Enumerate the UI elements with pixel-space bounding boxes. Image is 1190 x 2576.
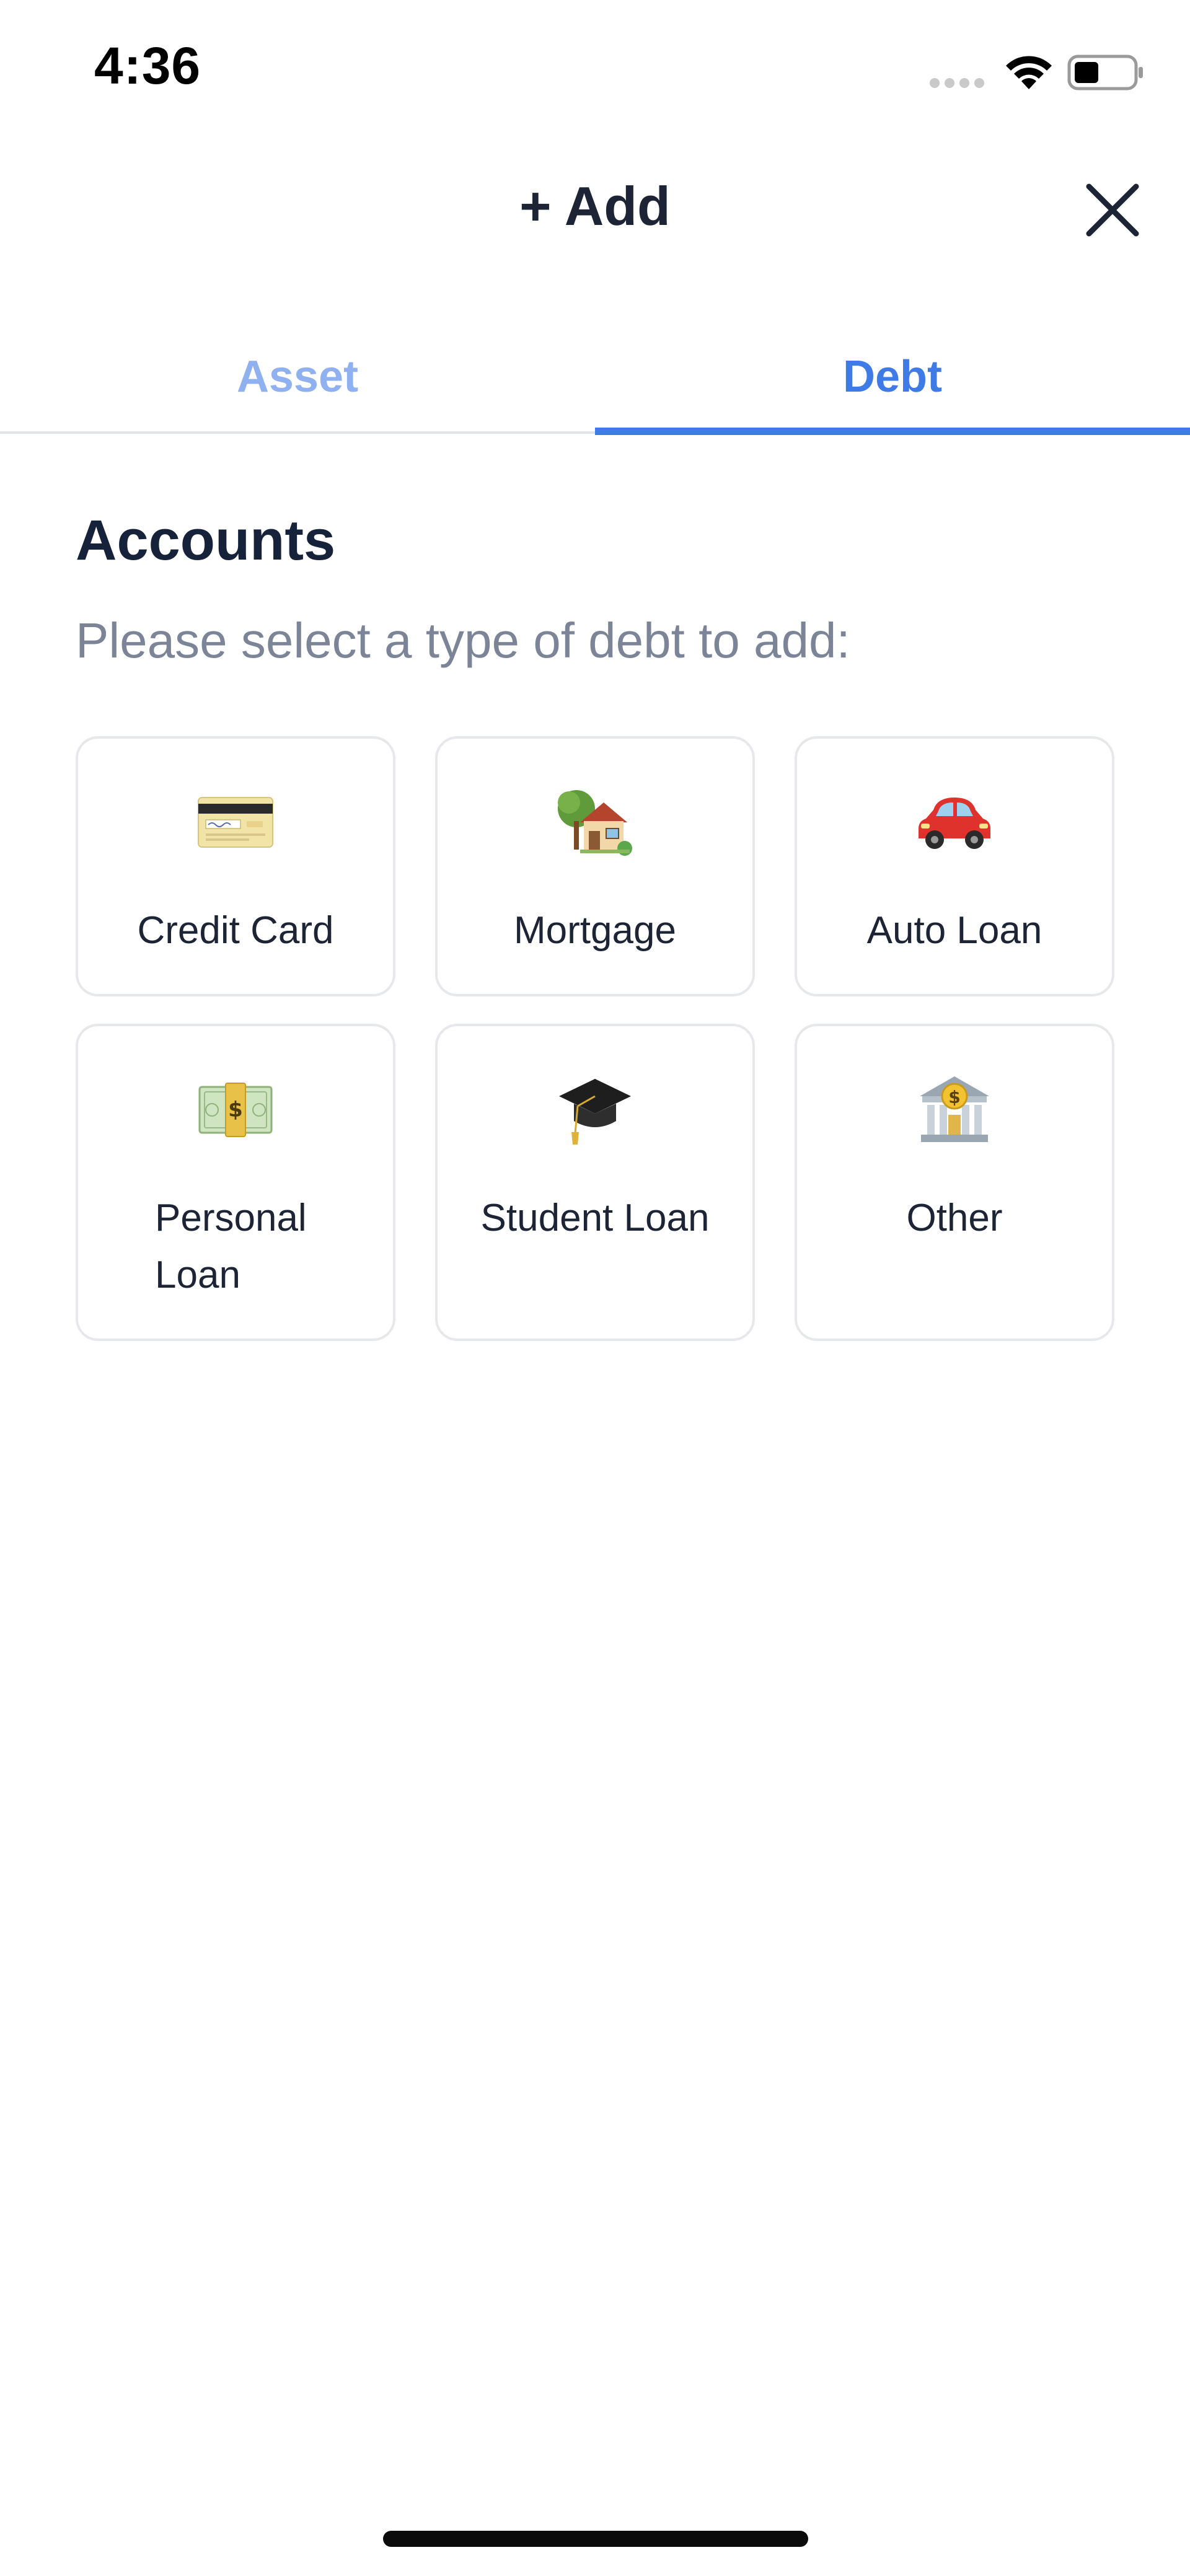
modal-title: + Add — [519, 175, 671, 237]
tab-bar: Asset Debt — [0, 322, 1190, 435]
other-label: Other — [906, 1197, 1003, 1239]
personal-loan-option[interactable]: $ Personal Loan — [76, 1024, 395, 1341]
svg-text:$: $ — [948, 1087, 960, 1107]
graduation-cap-icon — [559, 1079, 631, 1145]
close-icon — [1086, 183, 1139, 237]
mortgage-label: Mortgage — [514, 909, 676, 952]
auto-loan-label: Auto Loan — [866, 909, 1042, 952]
car-icon — [919, 798, 990, 849]
money-icon: $ — [198, 1083, 273, 1137]
house-icon — [558, 790, 632, 856]
bank-icon: $ — [920, 1076, 989, 1142]
status-bar: 4:36 — [0, 0, 1190, 143]
credit-card-option[interactable]: Credit Card — [76, 736, 395, 996]
credit-card-label: Credit Card — [137, 909, 334, 952]
section-subtitle: Please select a type of debt to add: — [76, 613, 850, 668]
home-indicator[interactable] — [383, 2531, 808, 2547]
status-time: 4:36 — [94, 37, 201, 95]
other-option[interactable]: $ Other — [795, 1024, 1114, 1341]
wifi-icon — [1006, 56, 1052, 89]
svg-text:$: $ — [228, 1097, 243, 1122]
mortgage-option[interactable]: Mortgage — [435, 736, 755, 996]
student-loan-label: Student Loan — [480, 1197, 710, 1239]
debt-type-grid: Credit Card Mortgage Auto Loan $ Persona… — [76, 736, 1114, 1341]
close-button[interactable] — [1080, 177, 1145, 243]
personal-loan-label: Personal Loan — [155, 1197, 307, 1296]
section-title: Accounts — [76, 509, 336, 572]
student-loan-option[interactable]: Student Loan — [435, 1024, 755, 1341]
auto-loan-option[interactable]: Auto Loan — [795, 736, 1114, 996]
cellular-signal-icon — [930, 78, 984, 88]
active-tab-indicator — [595, 428, 1190, 435]
battery-icon — [1067, 55, 1143, 90]
tab-asset[interactable]: Asset — [0, 322, 595, 431]
tab-debt[interactable]: Debt — [595, 322, 1190, 431]
credit-card-icon — [198, 797, 273, 848]
